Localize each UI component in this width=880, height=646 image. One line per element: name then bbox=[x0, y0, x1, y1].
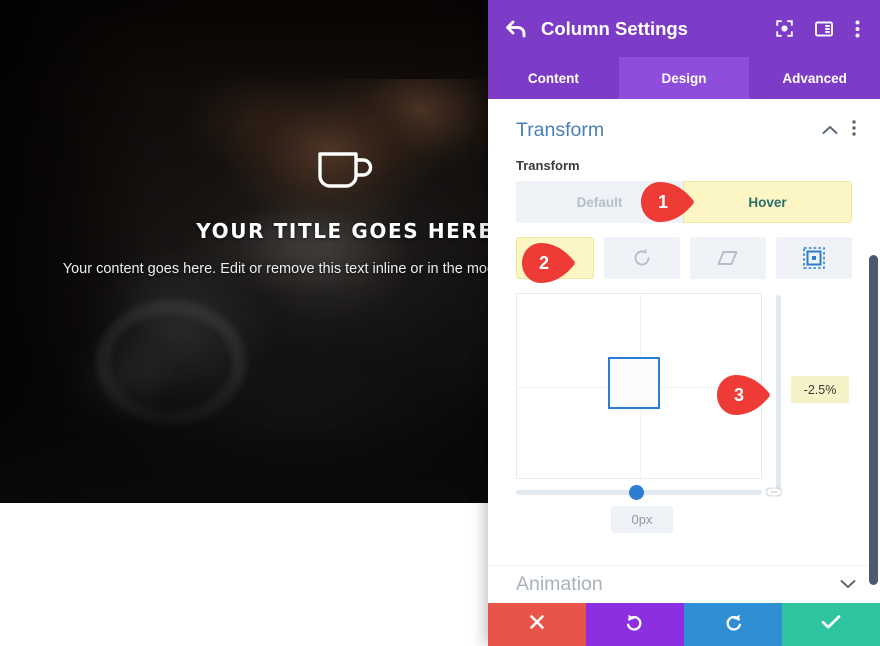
panel-body: Transform Transform Default Hover 0px -2… bbox=[488, 99, 880, 565]
rotate-icon[interactable] bbox=[604, 237, 680, 279]
section-more-vertical-icon[interactable] bbox=[852, 120, 856, 141]
transform-grid[interactable] bbox=[516, 293, 763, 480]
animation-title: Animation bbox=[516, 573, 603, 595]
origin-icon[interactable] bbox=[776, 237, 852, 279]
panel-title: Column Settings bbox=[541, 17, 688, 39]
save-button[interactable] bbox=[782, 603, 880, 646]
state-toggle: Default Hover bbox=[516, 181, 852, 223]
horizontal-slider-knob[interactable] bbox=[629, 485, 644, 500]
panel-tabs: Content Design Advanced bbox=[488, 57, 880, 99]
focus-target-icon[interactable] bbox=[776, 20, 793, 37]
panel-scrollbar[interactable] bbox=[869, 255, 878, 585]
coffee-cup-icon bbox=[0, 148, 490, 197]
vertical-offset-slider[interactable] bbox=[776, 295, 781, 489]
state-default-button[interactable]: Default bbox=[516, 181, 683, 223]
more-vertical-icon[interactable] bbox=[855, 20, 860, 38]
website-preview[interactable]: YOUR TITLE GOES HERE Your content goes h… bbox=[0, 0, 490, 503]
undo-button[interactable] bbox=[586, 603, 684, 646]
transform-type-row bbox=[516, 237, 852, 279]
transform-grid-area: 0px -2.5% bbox=[516, 293, 852, 533]
tab-content[interactable]: Content bbox=[488, 57, 619, 99]
cancel-button[interactable] bbox=[488, 603, 586, 646]
tab-design[interactable]: Design bbox=[618, 57, 750, 99]
layout-columns-icon[interactable] bbox=[815, 21, 833, 37]
hero-body-text: Your content goes here. Edit or remove t… bbox=[62, 261, 490, 277]
move-icon[interactable] bbox=[516, 237, 594, 279]
chevron-down-icon[interactable] bbox=[840, 576, 856, 594]
state-hover-button[interactable]: Hover bbox=[683, 181, 852, 223]
panel-header-icons bbox=[776, 20, 860, 38]
back-arrow-icon[interactable] bbox=[505, 20, 527, 38]
hero-content: YOUR TITLE GOES HERE Your content goes h… bbox=[0, 0, 490, 282]
animation-section-header[interactable]: Animation bbox=[488, 565, 880, 603]
column-settings-panel: Column Settings Content Design Advanced … bbox=[488, 0, 880, 646]
transform-field-label: Transform bbox=[516, 158, 580, 173]
link-chain-icon[interactable] bbox=[765, 485, 783, 503]
undo-arrow-icon bbox=[626, 613, 644, 636]
transform-section-header: Transform bbox=[488, 99, 880, 150]
chevron-up-icon[interactable] bbox=[822, 122, 838, 140]
hero-title: YOUR TITLE GOES HERE bbox=[196, 219, 490, 243]
photo-bottom-shadow bbox=[0, 373, 490, 503]
close-x-icon bbox=[529, 614, 545, 635]
checkmark-icon bbox=[821, 614, 841, 635]
percent-value-chip: -2.5% bbox=[791, 376, 849, 403]
section-title: Transform bbox=[516, 119, 605, 141]
panel-footer bbox=[488, 603, 880, 646]
transform-preview-square[interactable] bbox=[608, 357, 660, 409]
redo-arrow-icon bbox=[724, 613, 742, 636]
tab-advanced[interactable]: Advanced bbox=[749, 57, 880, 99]
panel-header: Column Settings bbox=[488, 0, 880, 57]
offset-value-field[interactable]: 0px bbox=[611, 506, 673, 533]
screen-root: YOUR TITLE GOES HERE Your content goes h… bbox=[0, 0, 880, 646]
redo-button[interactable] bbox=[684, 603, 782, 646]
skew-icon[interactable] bbox=[690, 237, 766, 279]
